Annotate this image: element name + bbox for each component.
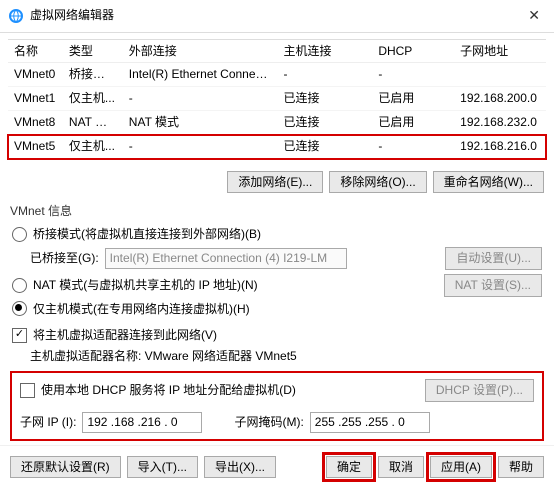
nat-settings-button[interactable]: NAT 设置(S)... [444, 274, 542, 297]
nat-mode-label: NAT 模式(与虚拟机共享主机的 IP 地址)(N) [33, 277, 258, 294]
table-row-selected[interactable]: VMnet5仅主机...-已连接-192.168.216.0 [8, 135, 546, 159]
dhcp-check[interactable]: 使用本地 DHCP 服务将 IP 地址分配给虚拟机(D) DHCP 设置(P).… [18, 377, 536, 404]
highlighted-settings: 使用本地 DHCP 服务将 IP 地址分配给虚拟机(D) DHCP 设置(P).… [10, 371, 544, 441]
subnet-ip-label: 子网 IP (I): [20, 414, 76, 431]
export-button[interactable]: 导出(X)... [204, 456, 276, 479]
radio-icon [12, 227, 27, 242]
bridge-mode-radio[interactable]: 桥接模式(将虚拟机直接连接到外部网络)(B) [10, 224, 544, 245]
footer-buttons: 还原默认设置(R) 导入(T)... 导出(X)... 确定 取消 应用(A) … [0, 445, 554, 489]
cancel-button[interactable]: 取消 [378, 456, 424, 479]
nat-mode-radio[interactable]: NAT 模式(与虚拟机共享主机的 IP 地址)(N) NAT 设置(S)... [10, 272, 544, 299]
host-adapter-name: 主机虚拟适配器名称: VMware 网络适配器 VMnet5 [28, 346, 544, 367]
col-subnet[interactable]: 子网地址 [454, 40, 546, 63]
apply-button[interactable]: 应用(A) [430, 456, 492, 479]
bridge-to-label: 已桥接至(G): [30, 250, 99, 267]
auto-settings-button[interactable]: 自动设置(U)... [445, 247, 542, 270]
bridge-to-row: 已桥接至(G): 自动设置(U)... [28, 245, 544, 272]
host-adapter-label: 将主机虚拟适配器连接到此网络(V) [33, 327, 217, 344]
radio-icon [12, 278, 27, 293]
col-ext[interactable]: 外部连接 [123, 40, 278, 63]
dhcp-label: 使用本地 DHCP 服务将 IP 地址分配给虚拟机(D) [41, 382, 296, 399]
close-icon[interactable]: ✕ [522, 6, 546, 26]
dhcp-settings-button[interactable]: DHCP 设置(P)... [425, 379, 534, 402]
window-title: 虚拟网络编辑器 [30, 7, 114, 24]
network-buttons: 添加网络(E)... 移除网络(O)... 重命名网络(W)... [0, 159, 554, 202]
add-network-button[interactable]: 添加网络(E)... [227, 171, 323, 194]
subnet-mask-input[interactable] [310, 412, 430, 433]
table-row[interactable]: VMnet0桥接模式Intel(R) Ethernet Connection (… [8, 63, 546, 87]
ok-button[interactable]: 确定 [326, 456, 372, 479]
hostonly-mode-radio[interactable]: 仅主机模式(在专用网络内连接虚拟机)(H) [10, 299, 544, 320]
rename-network-button[interactable]: 重命名网络(W)... [433, 171, 544, 194]
subnet-row: 子网 IP (I): 子网掩码(M): [18, 410, 536, 435]
bridge-to-select[interactable] [105, 248, 347, 269]
subnet-ip-input[interactable] [82, 412, 202, 433]
title-bar: 虚拟网络编辑器 ✕ [0, 0, 554, 33]
table-row[interactable]: VMnet1仅主机...-已连接已启用192.168.200.0 [8, 87, 546, 111]
import-button[interactable]: 导入(T)... [127, 456, 198, 479]
subnet-mask-label: 子网掩码(M): [234, 414, 303, 431]
restore-defaults-button[interactable]: 还原默认设置(R) [10, 456, 121, 479]
col-dhcp[interactable]: DHCP [372, 40, 454, 63]
host-adapter-check[interactable]: 将主机虚拟适配器连接到此网络(V) [10, 325, 544, 346]
col-host[interactable]: 主机连接 [277, 40, 372, 63]
col-name[interactable]: 名称 [8, 40, 63, 63]
remove-network-button[interactable]: 移除网络(O)... [329, 171, 426, 194]
hostonly-mode-label: 仅主机模式(在专用网络内连接虚拟机)(H) [33, 301, 250, 318]
table-header: 名称 类型 外部连接 主机连接 DHCP 子网地址 [8, 40, 546, 64]
radio-icon [12, 301, 27, 316]
table-row[interactable]: VMnet8NAT 模式NAT 模式已连接已启用192.168.232.0 [8, 111, 546, 135]
bridge-mode-label: 桥接模式(将虚拟机直接连接到外部网络)(B) [33, 226, 261, 243]
app-icon [8, 8, 24, 24]
col-type[interactable]: 类型 [63, 40, 123, 63]
vmnet-table: 名称 类型 外部连接 主机连接 DHCP 子网地址 VMnet0桥接模式Inte… [8, 39, 546, 159]
checkbox-icon [20, 383, 35, 398]
checkbox-icon [12, 328, 27, 343]
vmnet-info-group: 桥接模式(将虚拟机直接连接到外部网络)(B) 已桥接至(G): 自动设置(U).… [10, 224, 544, 367]
help-button[interactable]: 帮助 [498, 456, 544, 479]
vmnet-info-title: VMnet 信息 [0, 201, 554, 222]
